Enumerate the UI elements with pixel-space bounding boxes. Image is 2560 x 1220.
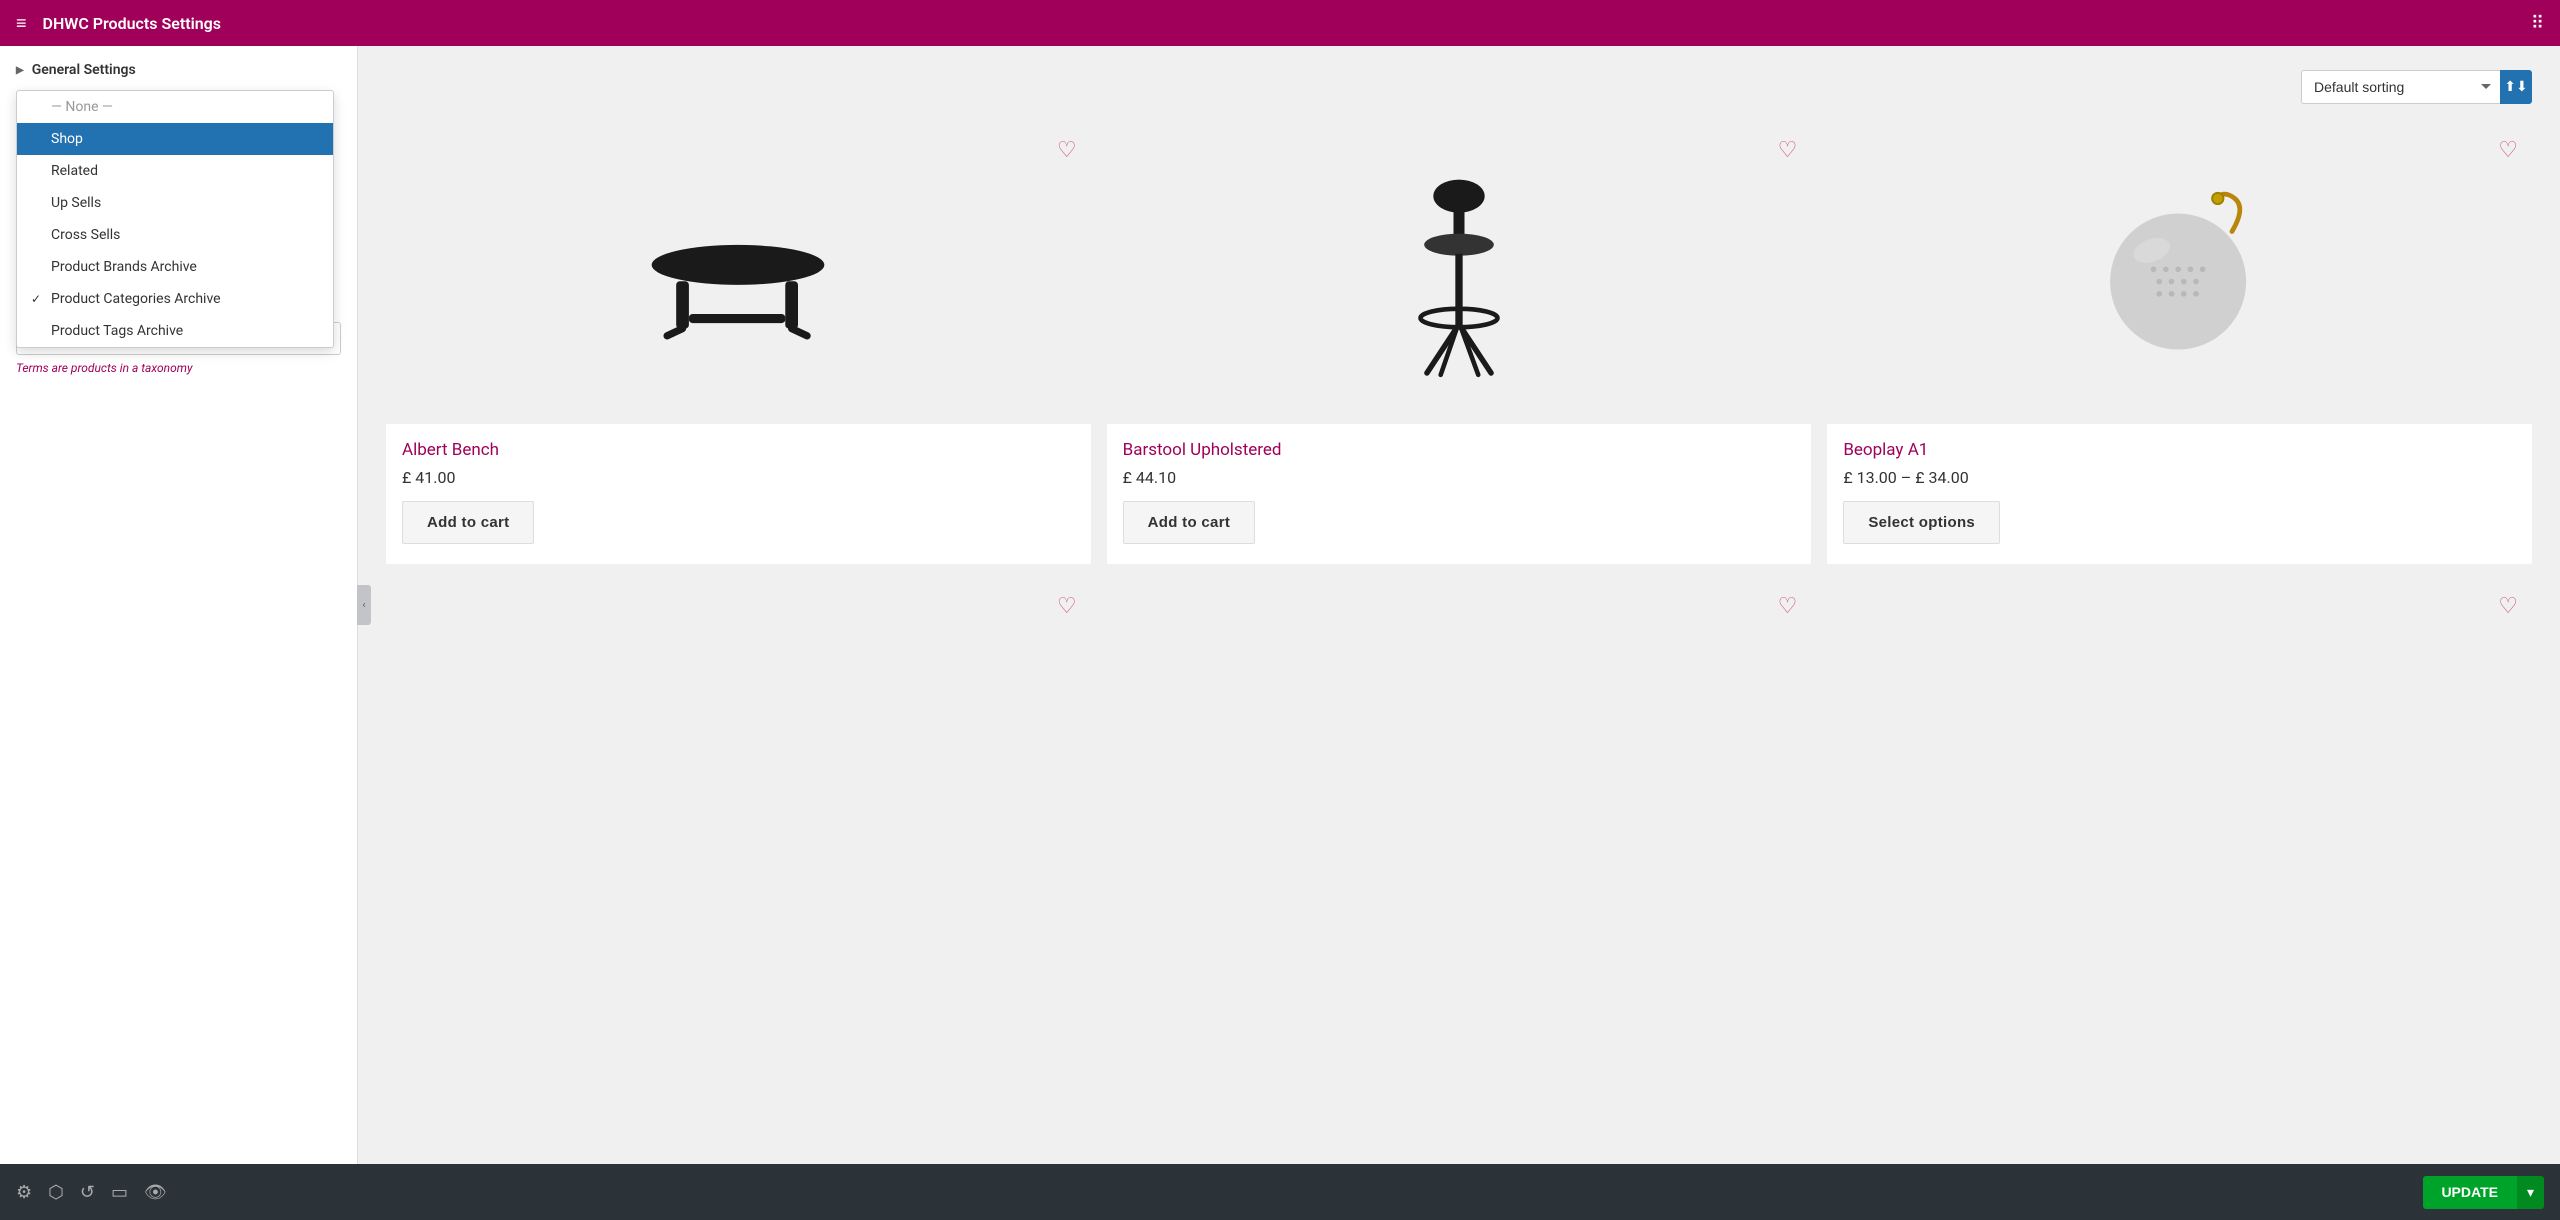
product-card-barstool: ♡ <box>1107 124 1812 564</box>
preview-icon[interactable]: 👁 <box>144 1182 167 1203</box>
wishlist-heart-row2-col3[interactable]: ♡ <box>2498 594 2518 619</box>
sort-arrow-box[interactable]: ⬆⬇ <box>2500 70 2532 104</box>
product-image-area-row2-col2: ♡ <box>1107 580 1812 780</box>
general-settings-header[interactable]: ▶ General Settings <box>16 62 341 78</box>
checkmark-categories: ✓ <box>31 292 45 306</box>
select-options-beoplay[interactable]: Select options <box>1843 501 2000 544</box>
add-to-cart-albert-bench[interactable]: Add to cart <box>402 501 534 544</box>
option-label-categories: Product Categories Archive <box>51 291 221 307</box>
main-layout: ▶ General Settings — None — Shop <box>0 46 2560 1164</box>
general-settings-label: General Settings <box>32 62 136 78</box>
grid-icon[interactable]: ⠿ <box>2531 13 2544 34</box>
option-label-up-sells: Up Sells <box>51 195 101 211</box>
option-label-tags: Product Tags Archive <box>51 323 183 339</box>
option-label-cross-sells: Cross Sells <box>51 227 120 243</box>
wishlist-heart-row2-col2[interactable]: ♡ <box>1778 594 1798 619</box>
product-info-barstool: Barstool Upholstered £ 44.10 Add to cart <box>1107 424 1812 564</box>
dropdown-option-shop[interactable]: Shop <box>17 123 333 155</box>
product-card-row2-col3: ♡ <box>1827 580 2532 780</box>
term-hint: Terms are products in a taxonomy <box>16 361 341 375</box>
product-price-albert-bench: £ 41.00 <box>402 468 1075 487</box>
product-image-albert-bench <box>638 194 838 354</box>
add-to-cart-barstool[interactable]: Add to cart <box>1123 501 1255 544</box>
dropdown-option-product-brands[interactable]: Product Brands Archive <box>17 251 333 283</box>
option-label-none: — None — <box>51 99 113 115</box>
update-group: UPDATE ▾ <box>2423 1176 2544 1209</box>
option-label-related: Related <box>51 163 98 179</box>
dropdown-option-up-sells[interactable]: Up Sells <box>17 187 333 219</box>
sort-select-wrapper[interactable]: Default sorting Sort by popularity Sort … <box>2301 70 2532 104</box>
top-bar: ≡ DHWC Products Settings ⠿ <box>0 0 2560 46</box>
product-card-beoplay: ♡ <box>1827 124 2532 564</box>
bottom-toolbar: ⚙ ⬡ ↺ ▭ 👁 UPDATE ▾ <box>0 1164 2560 1220</box>
product-info-beoplay: Beoplay A1 £ 13.00 – £ 34.00 Select opti… <box>1827 424 2532 564</box>
wishlist-heart-barstool[interactable]: ♡ <box>1778 138 1798 163</box>
product-name-beoplay[interactable]: Beoplay A1 <box>1843 440 2516 460</box>
product-image-area-row2-col1: ♡ <box>386 580 1091 780</box>
product-image-area-row2-col3: ♡ <box>1827 580 2532 780</box>
collapse-arrow-icon: ‹ <box>362 600 365 611</box>
dropdown-option-product-tags[interactable]: Product Tags Archive <box>17 315 333 347</box>
product-card-row2-col2: ♡ <box>1107 580 1812 780</box>
wishlist-heart-beoplay[interactable]: ♡ <box>2498 138 2518 163</box>
app-title: DHWC Products Settings <box>43 14 2515 33</box>
hamburger-icon[interactable]: ≡ <box>16 13 27 34</box>
sidebar-content: ▶ General Settings — None — Shop <box>0 46 357 1164</box>
product-image-area-beoplay: ♡ <box>1827 124 2532 424</box>
sidebar-collapse-handle[interactable]: ‹ <box>357 585 371 625</box>
product-price-barstool: £ 44.10 <box>1123 468 1796 487</box>
dropdown-option-product-categories[interactable]: ✓ Product Categories Archive <box>17 283 333 315</box>
dropdown-option-cross-sells[interactable]: Cross Sells <box>17 219 333 251</box>
sort-arrow-icon: ⬆⬇ <box>2504 79 2527 95</box>
product-image-area-barstool: ♡ <box>1107 124 1812 424</box>
product-card-row2-col1: ♡ <box>386 580 1091 780</box>
content-area: Default sorting Sort by popularity Sort … <box>358 46 2560 1164</box>
source-dropdown[interactable]: — None — Shop Related Up S <box>16 90 334 348</box>
settings-icon[interactable]: ⚙ <box>16 1182 32 1203</box>
product-grid: ♡ <box>386 124 2532 780</box>
product-image-area-albert-bench: ♡ <box>386 124 1091 424</box>
sort-select[interactable]: Default sorting Sort by popularity Sort … <box>2301 70 2500 104</box>
product-name-albert-bench[interactable]: Albert Bench <box>402 440 1075 460</box>
product-price-beoplay: £ 13.00 – £ 34.00 <box>1843 468 2516 487</box>
display-icon[interactable]: ▭ <box>111 1182 128 1203</box>
product-image-beoplay <box>2095 189 2265 359</box>
dropdown-option-none[interactable]: — None — <box>17 91 333 123</box>
update-button[interactable]: UPDATE <box>2423 1176 2516 1209</box>
layers-icon[interactable]: ⬡ <box>48 1182 64 1203</box>
sidebar: ▶ General Settings — None — Shop <box>0 46 358 1164</box>
update-arrow-button[interactable]: ▾ <box>2516 1176 2544 1209</box>
option-label-shop: Shop <box>51 131 83 147</box>
wishlist-heart-row2-col1[interactable]: ♡ <box>1057 594 1077 619</box>
product-info-albert-bench: Albert Bench £ 41.00 Add to cart <box>386 424 1091 564</box>
sorting-bar: Default sorting Sort by popularity Sort … <box>386 70 2532 104</box>
product-image-barstool <box>1394 164 1524 384</box>
expand-arrow-icon: ▶ <box>16 65 24 76</box>
product-name-barstool[interactable]: Barstool Upholstered <box>1123 440 1796 460</box>
wishlist-heart-albert-bench[interactable]: ♡ <box>1057 138 1077 163</box>
dropdown-option-related[interactable]: Related <box>17 155 333 187</box>
history-icon[interactable]: ↺ <box>80 1182 95 1203</box>
product-card-albert-bench: ♡ <box>386 124 1091 564</box>
option-label-brands: Product Brands Archive <box>51 259 197 275</box>
